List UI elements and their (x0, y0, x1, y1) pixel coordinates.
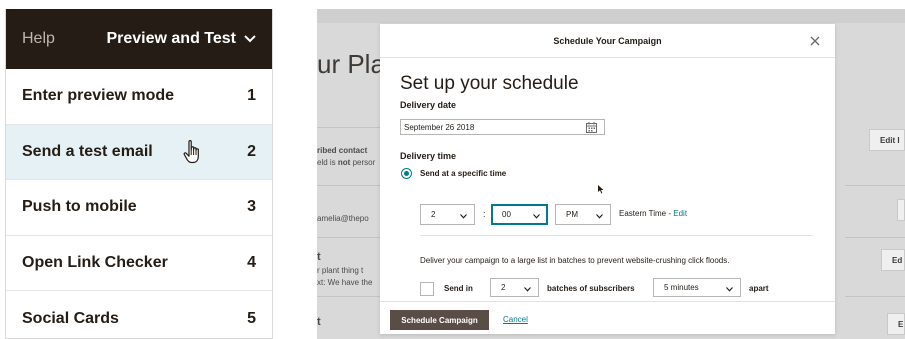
delivery-time-label: Delivery time (400, 151, 457, 161)
menu-item-number: 2 (247, 142, 256, 160)
timezone-edit-link[interactable]: Edit (673, 209, 687, 218)
batch-count-select[interactable]: 2 (490, 278, 539, 297)
menu-item-number: 4 (247, 253, 256, 271)
menu-header[interactable]: Help Preview and Test (6, 9, 272, 69)
menu-item-send-test-email[interactable]: Send a test email 2 (6, 124, 272, 180)
menu-item-label: Open Link Checker (22, 253, 168, 271)
menu-item-push-to-mobile[interactable]: Push to mobile 3 (6, 180, 272, 236)
delivery-date-input[interactable]: September 26 2018 (400, 119, 605, 135)
cancel-link[interactable]: Cancel (503, 315, 528, 324)
timezone-text: Eastern Time - Edit (619, 209, 687, 218)
background-divider (845, 237, 905, 238)
time-separator: : (483, 209, 486, 219)
modal-header: Schedule Your Campaign (380, 24, 835, 58)
apart-label: apart (749, 284, 769, 293)
menu-item-number: 3 (247, 198, 256, 216)
menu-item-number: 5 (247, 309, 256, 327)
app-topbar (317, 9, 905, 23)
meridiem-value: PM (566, 210, 578, 219)
background-divider (317, 185, 381, 186)
modal-title: Schedule Your Campaign (553, 35, 662, 46)
interval-value: 5 minutes (664, 283, 699, 292)
background-row-email: amelia@thepo (317, 214, 369, 223)
chevron-down-icon (726, 285, 733, 292)
background-row-title: t (317, 251, 321, 263)
background-row-subtitle: r plant thing t (317, 266, 364, 275)
background-divider (317, 296, 381, 297)
preview-test-menu: Help Preview and Test Enter preview mode… (5, 9, 273, 339)
timezone-label: Eastern Time - (619, 209, 674, 218)
background-edit-button[interactable]: Ed (881, 249, 905, 271)
chevron-down-icon[interactable] (244, 32, 258, 46)
background-divider (845, 185, 905, 186)
chevron-down-icon (533, 212, 540, 219)
hour-select[interactable]: 2 (420, 204, 475, 225)
menu-item-label: Send a test email (22, 142, 153, 160)
background-button[interactable] (897, 199, 905, 221)
background-divider (845, 296, 905, 297)
modal-footer: Schedule Campaign Cancel (380, 301, 835, 334)
menu-item-label: Enter preview mode (22, 87, 175, 105)
cursor-arrow-icon (598, 181, 604, 194)
background-row-title: ribed contact (317, 146, 368, 155)
batches-label: batches of subscribers (547, 284, 635, 293)
schedule-campaign-modal: Schedule Your Campaign Set up your sched… (380, 24, 835, 334)
send-in-batches-checkbox[interactable] (420, 282, 434, 296)
meridiem-select[interactable]: PM (555, 204, 611, 225)
background-row-subtitle: xt: We have the (317, 278, 373, 287)
chevron-down-icon (596, 212, 603, 219)
background-edit-button[interactable]: E (887, 313, 905, 335)
menu-item-number: 1 (247, 87, 256, 105)
background-divider (317, 127, 381, 128)
specific-time-radio[interactable] (401, 168, 412, 179)
menu-item-label: Social Cards (22, 309, 119, 327)
chevron-down-icon (460, 212, 467, 219)
background-row-subtitle: eld is not persor (317, 158, 376, 167)
minute-select[interactable]: 00 (491, 204, 548, 225)
minute-value: 00 (502, 210, 511, 219)
interval-select[interactable]: 5 minutes (653, 278, 741, 297)
hour-value: 2 (431, 210, 436, 219)
send-in-label: Send in (444, 284, 473, 293)
delivery-date-label: Delivery date (400, 100, 457, 110)
batch-description: Deliver your campaign to a large list in… (420, 256, 730, 265)
calendar-icon[interactable] (586, 122, 597, 133)
menu-item-label: Push to mobile (22, 198, 137, 216)
schedule-campaign-button[interactable]: Schedule Campaign (390, 310, 489, 330)
background-row-title: t (317, 316, 321, 328)
menu-item-open-link-checker[interactable]: Open Link Checker 4 (6, 236, 272, 291)
campaign-app-background: ur Plan ribed contact eld is not persor … (317, 9, 905, 339)
menu-title[interactable]: Preview and Test (106, 30, 236, 48)
menu-help-label[interactable]: Help (22, 30, 55, 48)
specific-time-radio-label[interactable]: Send at a specific time (420, 169, 506, 178)
menu-item-social-cards[interactable]: Social Cards 5 (6, 291, 272, 338)
delivery-date-value: September 26 2018 (404, 122, 475, 132)
close-icon[interactable] (809, 34, 821, 46)
modal-divider (420, 235, 813, 236)
chevron-down-icon (524, 285, 531, 292)
menu-item-enter-preview-mode[interactable]: Enter preview mode 1 (6, 69, 272, 125)
background-divider (317, 237, 381, 238)
batch-count-value: 2 (501, 283, 506, 292)
hand-pointer-icon (182, 139, 204, 165)
modal-heading: Set up your schedule (400, 73, 579, 94)
background-edit-button[interactable]: Edit I (869, 129, 905, 151)
